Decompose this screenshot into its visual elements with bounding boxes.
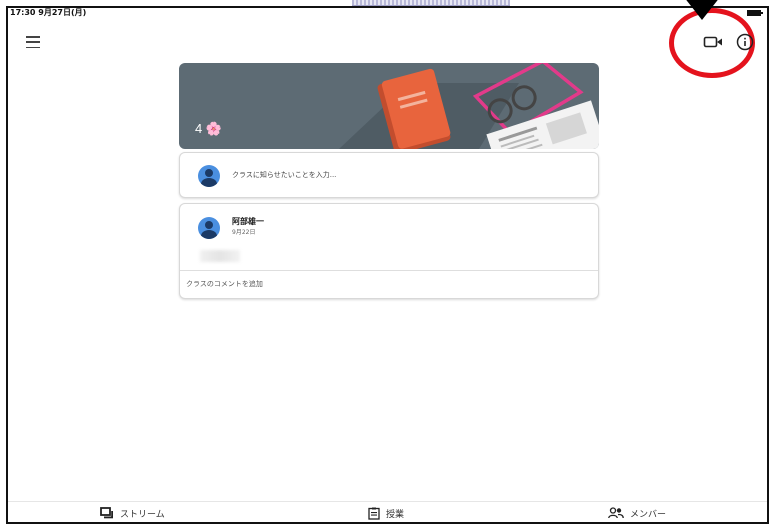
classwork-icon — [368, 507, 380, 520]
tab-stream-label: ストリーム — [120, 509, 165, 520]
status-time: 17:30 9月27日(月) — [10, 8, 87, 17]
stream-icon — [100, 507, 113, 519]
class-name: 4 🌸 — [195, 121, 223, 136]
tab-members-label: メンバー — [630, 509, 667, 520]
avatar — [198, 217, 220, 239]
avatar — [198, 165, 220, 187]
post-author: 阿部雄一 — [232, 217, 264, 226]
status-bar: 17:30 9月27日(月) — [8, 6, 767, 20]
video-camera-icon[interactable] — [703, 34, 723, 50]
add-comment-link[interactable]: クラスのコメントを追加 — [186, 279, 263, 289]
announce-placeholder[interactable]: クラスに知らせたいことを入力... — [232, 170, 336, 180]
members-icon — [608, 507, 624, 519]
info-icon[interactable] — [736, 33, 754, 51]
tab-stream[interactable]: ストリーム — [100, 506, 165, 520]
bottom-nav: ストリーム 授業 メンバー — [8, 501, 767, 522]
post-card: 阿部雄一 9月22日 クラスのコメントを追加 — [179, 203, 599, 299]
tab-members[interactable]: メンバー — [608, 506, 666, 520]
tab-classwork-label: 授業 — [386, 509, 405, 520]
battery-icon — [747, 10, 763, 16]
class-banner[interactable]: 4 🌸 — [179, 63, 599, 149]
divider — [180, 270, 598, 271]
banner-illustration-icon — [339, 63, 599, 149]
post-content-blurred — [200, 250, 240, 262]
tab-classwork[interactable]: 授業 — [368, 506, 404, 520]
arrow-pointer-icon — [686, 0, 718, 20]
menu-icon[interactable] — [26, 36, 40, 48]
announce-card[interactable]: クラスに知らせたいことを入力... — [179, 152, 599, 198]
post-date: 9月22日 — [232, 229, 256, 236]
